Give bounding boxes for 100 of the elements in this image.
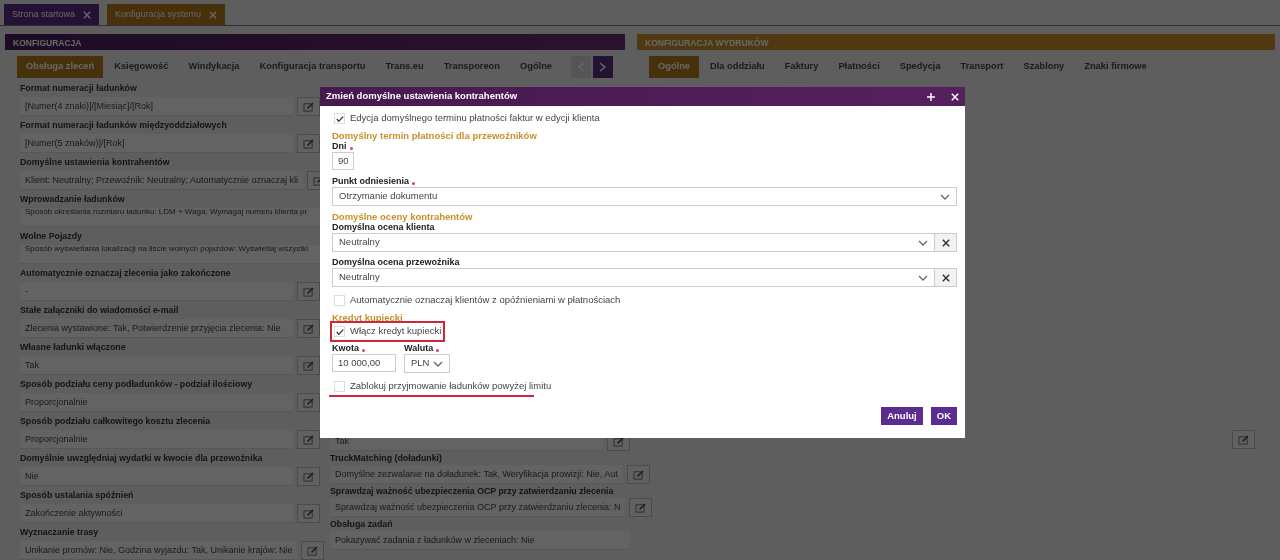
tab[interactable]: Konfiguracja systemu: [107, 4, 226, 25]
edit-icon: [303, 286, 314, 297]
field-label: TruckMatching (doładunki): [330, 453, 443, 464]
value-field: Tak: [20, 356, 293, 375]
value-field: [Numer(4 znaki)]/[Miesiąc]/[Rok]: [20, 97, 293, 116]
field-label: Domyślna ocena klienta: [332, 222, 435, 233]
tab[interactable]: Znaki firmowe: [1075, 56, 1156, 78]
clear-button[interactable]: [935, 233, 957, 252]
plus-icon: [927, 92, 935, 101]
field-label: Domyślna ocena przewoźnika: [332, 257, 460, 268]
field-label: Wolne Pojazdy: [20, 231, 83, 242]
field-label: Domyślne ustawienia kontrahentów: [20, 157, 171, 168]
dialog-title: Zmień domyślne ustawienia kontrahentów: [326, 89, 518, 104]
tab[interactable]: Strona startowa: [4, 4, 100, 25]
edit-icon: [303, 138, 314, 149]
field-label: Sposób ustalania spóźnień: [20, 490, 135, 501]
select-field[interactable]: Otrzymanie dokumentu: [332, 187, 957, 206]
value-field: Zlecenia wystawione: Tak, Potwierdzenie przyjęcia zlecenia: Nie: [20, 319, 293, 338]
close-icon: [209, 10, 218, 19]
value-field: Sprawdzaj ważność ubezpieczenia OCP przy zatwierdzaniu zlecenia: N: [330, 498, 626, 517]
checkbox[interactable]: Zablokuj przyjmowanie ładunków powyżej limitu: [332, 378, 554, 395]
value-field: Proporcjonalnie: [20, 430, 293, 449]
value-field: Zakończenie aktywności: [20, 504, 293, 523]
section-heading: Domyślny termin płatności dla przewoźników: [332, 130, 538, 141]
input-field[interactable]: 90: [332, 152, 354, 170]
panel-header: KONFIGURACJA: [5, 34, 625, 50]
checkbox[interactable]: Edycja domyślnego terminu płatności faktur w edycji klienta: [332, 110, 602, 127]
tab[interactable]: Konfiguracja transportu: [250, 56, 375, 78]
tab[interactable]: Ogólne: [649, 56, 700, 78]
tab[interactable]: Faktury: [775, 56, 828, 78]
next-button[interactable]: [593, 56, 613, 78]
tab[interactable]: Ogólne: [511, 56, 561, 78]
tab[interactable]: Spedycja: [890, 56, 950, 78]
tab[interactable]: Obsługa zleceń: [17, 56, 104, 78]
tab[interactable]: Księgowość: [105, 56, 178, 78]
chevron-right-icon: [599, 62, 607, 72]
select-field[interactable]: PLN: [404, 354, 450, 373]
clear-button[interactable]: [935, 268, 957, 287]
close-icon: [83, 10, 92, 19]
tab[interactable]: Płatności: [829, 56, 889, 78]
checkbox[interactable]: Automatycznie oznaczaj klientów z opóźnieniami w płatnościach: [332, 292, 623, 309]
field-label: Waluta: [404, 343, 434, 354]
close-button[interactable]: [951, 92, 959, 101]
field-label: Obsługa zadań: [330, 519, 394, 530]
check-icon: [335, 114, 344, 123]
edit-icon: [635, 502, 647, 513]
field-label: Wyznaczanie trasy: [20, 527, 100, 538]
value-field: Domyślne zezwalanie na doładunek: Tak, Weryfikacja prowizji: Nie, Aut: [330, 465, 623, 484]
value-field: Unikanie promów: Nie, Godzina wyjazdu: Tak, Unikanie krajów: Nie: [20, 541, 298, 560]
close-icon: [941, 273, 950, 282]
maximize-button[interactable]: [927, 92, 935, 101]
edit-icon: [307, 545, 319, 556]
field-label: Sposób podziału całkowitego kosztu zlecenia: [20, 416, 212, 427]
tab[interactable]: Windykacja: [179, 56, 249, 78]
field-label: Kwota: [332, 343, 359, 354]
tab[interactable]: Transport: [951, 56, 1013, 78]
edit-icon: [303, 101, 314, 112]
tab[interactable]: Transporeon: [434, 56, 509, 78]
value-field: Proporcjonalnie: [20, 393, 293, 412]
dialog-button[interactable]: OK: [930, 407, 957, 425]
edit-icon: [303, 323, 314, 334]
value-field: Nie: [20, 467, 293, 486]
field-label: Sposób podziału ceny podładunków - podział ilościowy: [20, 379, 254, 390]
edit-icon: [303, 471, 314, 482]
tab[interactable]: Szablony: [1014, 56, 1074, 78]
input-field[interactable]: 10 000,00: [332, 354, 396, 372]
close-icon: [951, 92, 959, 101]
edit-icon: [613, 436, 624, 447]
edit-icon: [303, 397, 314, 408]
value-field: Pokazywać zadania z ładunków w zleceniach: Nie: [330, 531, 630, 550]
select-field[interactable]: Neutralny: [332, 268, 935, 287]
edit-icon: [1238, 434, 1249, 445]
field-label: Domyślnie uwzględniaj wydatki w kwocie dla przewoźnika: [20, 453, 264, 464]
section-heading: Kredyt kupiecki: [332, 312, 404, 323]
edit-icon: [303, 434, 314, 445]
field-label: Automatycznie oznaczaj zlecenia jako zakończone: [20, 268, 232, 279]
chevron-down-icon: [918, 274, 928, 281]
edit-icon: [303, 508, 314, 519]
chevron-down-icon: [918, 239, 928, 246]
edit-icon: [632, 469, 644, 480]
field-label: Format numeracji ładunków: [20, 83, 138, 94]
tab[interactable]: Trans.eu: [376, 56, 433, 78]
check-icon: [335, 327, 344, 336]
chevron-down-icon: [433, 360, 443, 367]
section-heading: Domyślne oceny kontrahentów: [332, 211, 474, 222]
field-label: Punkt odniesienia: [332, 176, 409, 187]
field-label: Stałe załączniki do wiadomości e-mail: [20, 305, 180, 316]
checkbox[interactable]: Włącz kredyt kupiecki: [332, 323, 444, 340]
select-field[interactable]: Neutralny: [332, 233, 935, 252]
value-field: Klient: Neutralny; Przewoźnik: Neutralny; Automatycznie oznaczaj kli: [20, 171, 304, 190]
panel-header: KONFIGURACJA WYDRUKÓW: [637, 34, 1275, 50]
field-label: Format numeracji ładunków międzyoddziałowych: [20, 120, 228, 131]
value-field: [Numer(5 znaków)]/[Rok]: [20, 134, 293, 153]
chevron-down-icon: [940, 193, 950, 200]
close-icon: [941, 238, 950, 247]
field-label: Sprawdzaj ważność ubezpieczenia OCP przy zatwierdzaniu zlecenia: [330, 486, 615, 497]
field-label: Dni: [332, 141, 347, 152]
tab[interactable]: Dla oddziału: [701, 56, 774, 78]
field-label: Własne ładunki włączone: [20, 342, 127, 353]
dialog-button[interactable]: Anuluj: [881, 407, 923, 425]
